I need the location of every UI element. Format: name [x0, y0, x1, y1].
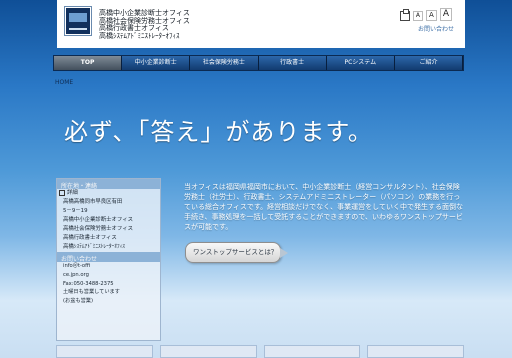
breadcrumb[interactable]: HOME: [55, 79, 73, 86]
font-controls: A A A: [399, 8, 452, 21]
office-line-4: 高橋ｼｽﾃﾑｱﾄﾞﾐﾆｽﾄﾚｰﾀｰｵﾌｨｽ: [99, 31, 180, 40]
sidebar-item: 高橋高橋同市早良区有田: [63, 199, 123, 205]
contact-hours: 土曜日も営業しています: [63, 289, 120, 296]
sidebar-item: 高橋行政書士オフィス: [63, 235, 117, 241]
intro-text: 当オフィスは福岡県福岡市において、中小企業診断士（経営コンサルタント）、社会保険…: [184, 183, 463, 231]
banner-2[interactable]: [159, 345, 257, 358]
contact-email-2[interactable]: ce.jpn.org: [57, 271, 160, 280]
sidebar-list: 詳細 高橋高橋同市早良区有田 5－9－19 高橋中小企業診断士オフィス 高橋社会…: [57, 189, 160, 252]
logo-icon: [64, 6, 92, 36]
banner-1[interactable]: [56, 345, 153, 358]
print-icon[interactable]: [399, 9, 410, 21]
sidebar: 所在地・連絡 詳細 高橋高橋同市早良区有田 5－9－19 高橋中小企業診断士オフ…: [56, 178, 161, 341]
sidebar-title: 所在地・連絡: [57, 179, 160, 190]
contact-fax: Fax:050-3488-2375: [63, 280, 114, 287]
main-nav: TOP 中小企業診断士 社会保険労務士 行政書士 PCシステム ご紹介: [53, 55, 464, 71]
nav-management[interactable]: 中小企業診断士: [122, 56, 191, 70]
font-medium-button[interactable]: A: [426, 10, 437, 21]
contact-email-1[interactable]: info＠t-offi: [57, 262, 160, 271]
banner-4[interactable]: [367, 345, 464, 358]
nav-introduction[interactable]: ご紹介: [394, 56, 464, 70]
sidebar-item: 高橋社会保険労務士オフィス: [63, 226, 133, 232]
contact-holiday-note: (お盆も営業): [63, 298, 93, 305]
one-stop-service-button[interactable]: ワンストップサービスとは？: [185, 242, 288, 263]
hero-title: 必ず、「答え」があります。: [64, 118, 373, 146]
font-large-button[interactable]: A: [439, 8, 452, 21]
sidebar-item: 5－9－19: [63, 208, 88, 214]
header: 高橋中小企業診断士オフィス 高橋社会保険労務士オフィス 高橋行政書士オフィス 高…: [57, 0, 465, 48]
sidebar-contact-title: お問い合わせ: [57, 252, 160, 263]
sidebar-contact-list: info＠t-offi ce.jpn.org Fax:050-3488-2375…: [57, 262, 160, 306]
font-small-button[interactable]: A: [412, 11, 424, 21]
office-names: 高橋中小企業診断士オフィス 高橋社会保険労務士オフィス 高橋行政書士オフィス 高…: [99, 9, 190, 40]
nav-pc-system[interactable]: PCシステム: [326, 56, 395, 70]
nav-top[interactable]: TOP: [54, 56, 123, 70]
sidebar-item: 高橋中小企業診断士オフィス: [63, 217, 133, 223]
nav-labor[interactable]: 社会保険労務士: [190, 56, 259, 70]
sidebar-detail-link[interactable]: 詳細: [57, 189, 160, 198]
nav-admin[interactable]: 行政書士: [258, 56, 327, 70]
contact-link[interactable]: お問い合わせ: [418, 24, 454, 33]
banner-3[interactable]: [263, 345, 361, 358]
bottom-banners: [56, 345, 464, 358]
sidebar-item: 高橋ｼｽﾃﾑｱﾄﾞﾐﾆｽﾄﾚｰﾀｰｵﾌｨｽ: [63, 244, 125, 250]
